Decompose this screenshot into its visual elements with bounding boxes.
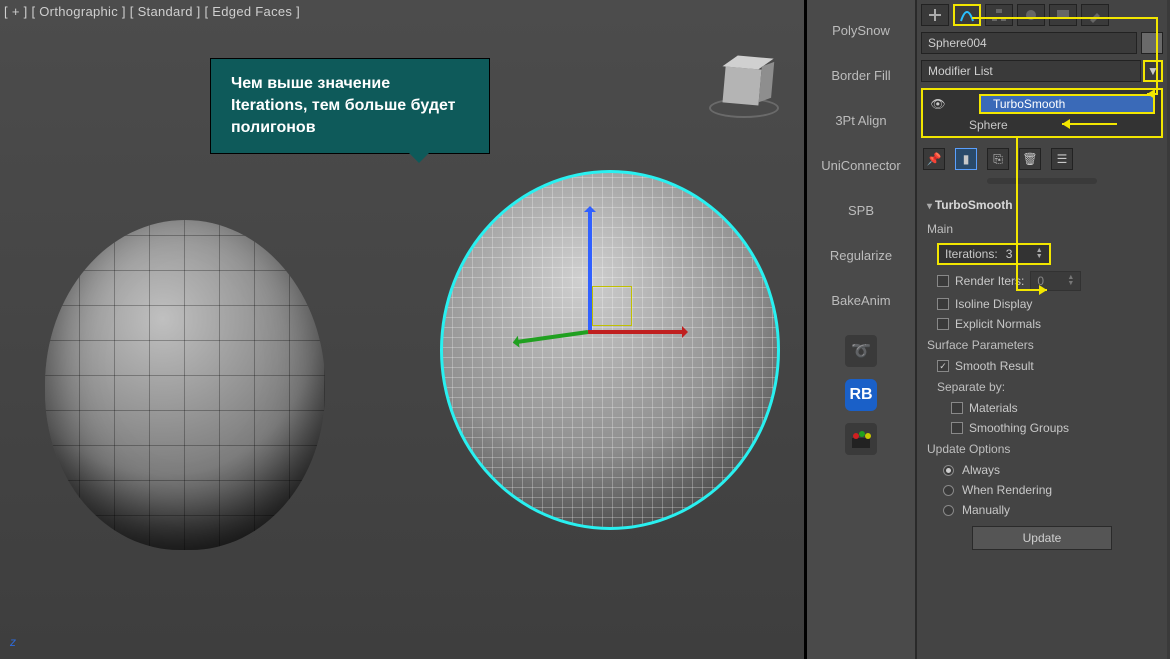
visibility-toggle-icon[interactable]: 👁 (929, 97, 947, 111)
pin-stack-button[interactable]: 📌 (923, 148, 945, 170)
gizmo-plane-icon[interactable] (592, 286, 632, 326)
iterations-value[interactable]: 3 (1006, 247, 1028, 261)
isoline-display-checkbox[interactable]: Isoline Display (925, 294, 1159, 314)
separate-by-label: Separate by: (925, 376, 1159, 398)
update-when-rendering-radio[interactable]: When Rendering (925, 480, 1159, 500)
update-manually-radio[interactable]: Manually (925, 500, 1159, 520)
tool-polysnow[interactable]: PolySnow (807, 8, 915, 53)
remove-modifier-button[interactable]: 🗑 (1019, 148, 1041, 170)
update-options-label: Update Options (925, 438, 1159, 460)
materials-checkbox[interactable]: Materials (925, 398, 1159, 418)
main-group-label: Main (925, 218, 1159, 240)
low-poly-sphere[interactable] (45, 220, 325, 550)
axis-indicator: z (10, 635, 16, 649)
rb-icon[interactable]: RB (845, 379, 877, 411)
tool-3pt-align[interactable]: 3Pt Align (807, 98, 915, 143)
hierarchy-tab[interactable] (985, 4, 1013, 26)
spinner-arrows-icon[interactable]: ▲▼ (1036, 248, 1043, 260)
render-iters-label: Render Iters: (955, 274, 1024, 288)
tool-spb[interactable]: SPB (807, 188, 915, 233)
create-tab[interactable] (921, 4, 949, 26)
render-iters-checkbox[interactable]: Render Iters: 0 ▲▼ (925, 268, 1159, 294)
smooth-result-checkbox[interactable]: Smooth Result (925, 356, 1159, 376)
smoothing-groups-checkbox[interactable]: Smoothing Groups (925, 418, 1159, 438)
rollout-title[interactable]: TurboSmooth (925, 190, 1159, 218)
turbosmooth-rollout: TurboSmooth Main Iterations: 3 ▲▼ Render… (917, 186, 1167, 564)
viewcube[interactable] (704, 50, 784, 130)
modifier-stack[interactable]: 👁 TurboSmooth Sphere (921, 88, 1163, 138)
tool-bakeanim[interactable]: BakeAnim (807, 278, 915, 323)
swirl-icon[interactable]: ➰ (845, 335, 877, 367)
modifier-row[interactable]: Sphere (925, 116, 1159, 134)
iterations-spinner[interactable]: Iterations: 3 ▲▼ (937, 243, 1051, 265)
high-poly-sphere[interactable] (440, 170, 780, 530)
show-end-result-button[interactable]: ▮ (955, 148, 977, 170)
update-always-radio[interactable]: Always (925, 460, 1159, 480)
modify-tab[interactable] (953, 4, 981, 26)
modifier-sphere[interactable]: Sphere (969, 118, 1008, 132)
tool-regularize[interactable]: Regularize (807, 233, 915, 278)
dropdown-arrow-icon[interactable]: ▼ (1143, 60, 1163, 82)
configure-sets-button[interactable]: ☰ (1051, 148, 1073, 170)
rollout-grip[interactable] (987, 178, 1097, 184)
utilities-tab[interactable] (1081, 4, 1109, 26)
viewport-label[interactable]: [ + ] [ Orthographic ] [ Standard ] [ Ed… (4, 4, 300, 19)
tool-uniconnector[interactable]: UniConnector (807, 143, 915, 188)
iterations-label: Iterations: (945, 247, 998, 261)
object-color-swatch[interactable] (1141, 32, 1163, 54)
render-iters-spinner: 0 ▲▼ (1030, 271, 1081, 291)
explicit-normals-checkbox[interactable]: Explicit Normals (925, 314, 1159, 334)
annotation-tooltip: Чем выше значение Iterations, тем больше… (210, 58, 490, 154)
tool-border-fill[interactable]: Border Fill (807, 53, 915, 98)
modifier-row[interactable]: 👁 TurboSmooth (925, 92, 1159, 116)
object-name-input[interactable] (921, 32, 1137, 54)
command-panel: Modifier List ▼ 👁 TurboSmooth Sphere 📌 ▮… (917, 0, 1167, 659)
palette-icon[interactable] (845, 423, 877, 455)
modifier-list-dropdown[interactable]: Modifier List (921, 60, 1141, 82)
axis-x-icon[interactable] (588, 330, 684, 334)
surface-params-label: Surface Parameters (925, 334, 1159, 356)
update-button[interactable]: Update (972, 526, 1112, 550)
make-unique-button[interactable]: ⎘ (987, 148, 1009, 170)
motion-tab[interactable] (1017, 4, 1045, 26)
command-panel-tabs (917, 0, 1167, 30)
display-tab[interactable] (1049, 4, 1077, 26)
transform-gizmo[interactable] (588, 320, 598, 330)
scripts-toolbar: PolySnow Border Fill 3Pt Align UniConnec… (807, 0, 917, 659)
modifier-turbosmooth[interactable]: TurboSmooth (979, 94, 1155, 114)
modifier-stack-toolbar: 📌 ▮ ⎘ 🗑 ☰ (917, 142, 1167, 176)
viewport[interactable]: [ + ] [ Orthographic ] [ Standard ] [ Ed… (0, 0, 807, 659)
